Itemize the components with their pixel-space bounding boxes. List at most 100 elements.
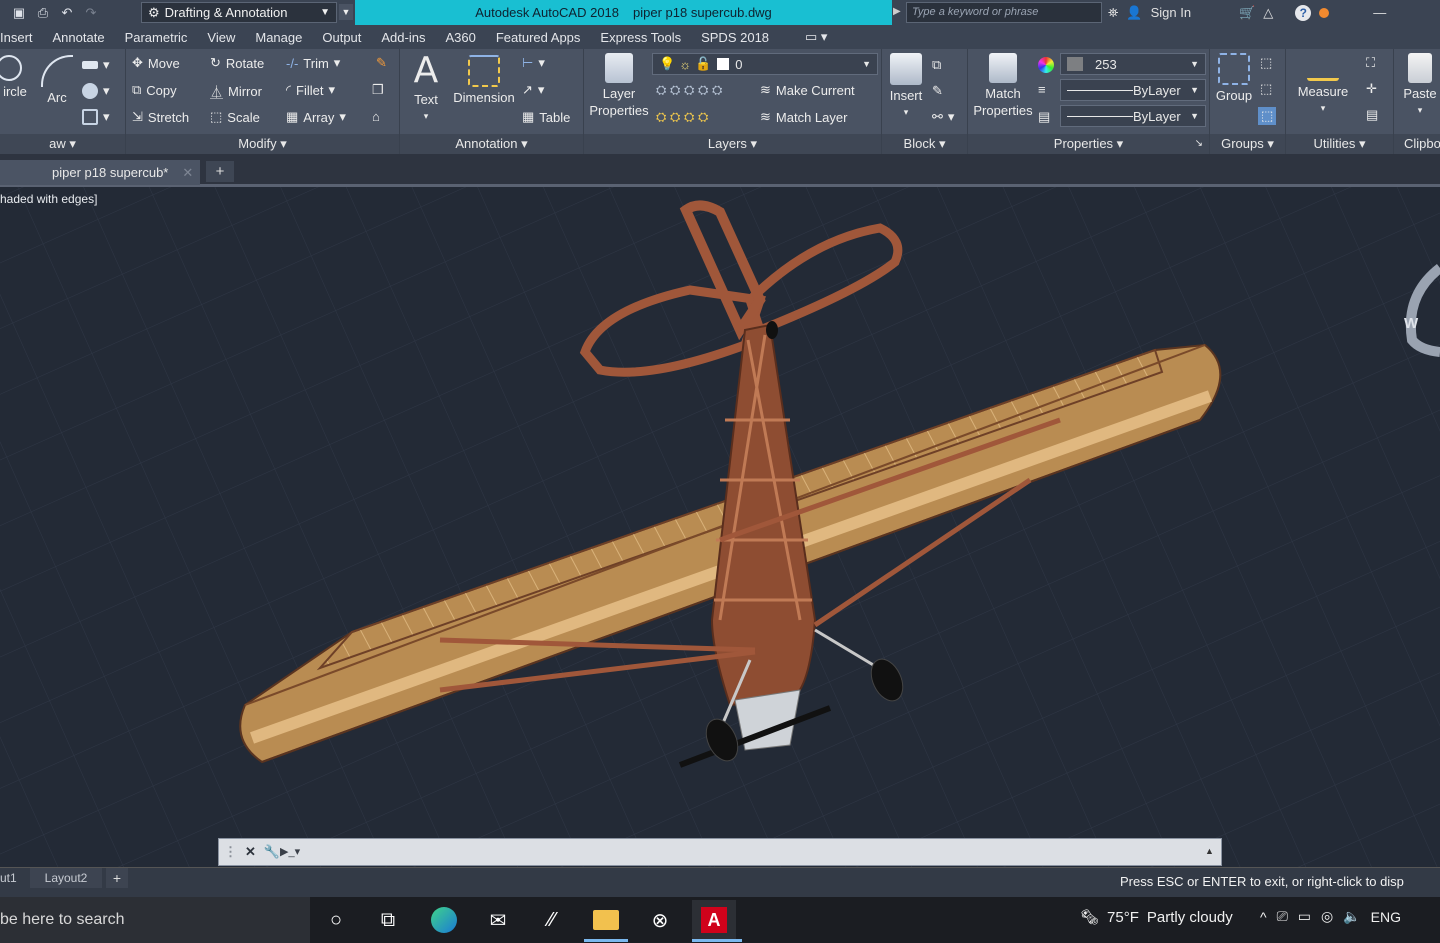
trim-button[interactable]: -/- Trim ▾ xyxy=(286,55,340,71)
arc-button[interactable]: Arc xyxy=(40,55,74,106)
paste-button[interactable]: Paste ▾ xyxy=(1400,53,1440,119)
volume-icon[interactable]: 🔈 xyxy=(1343,908,1360,925)
create-block-button[interactable]: ⧉ xyxy=(932,57,941,73)
command-history-icon[interactable]: ▲ xyxy=(1205,846,1214,856)
rectangle-button[interactable]: ▾ xyxy=(82,57,110,73)
offset-button[interactable]: ⌂ xyxy=(372,109,380,124)
print-icon[interactable]: ⎙ xyxy=(34,4,52,22)
groups-panel-title[interactable]: Groups ▾ xyxy=(1210,134,1285,154)
modify-panel-title[interactable]: Modify ▾ xyxy=(126,134,399,154)
weather-widget[interactable]: 🗞 75°F Partly cloudy xyxy=(1080,908,1233,927)
meet-icon[interactable]: ⎚ xyxy=(1277,908,1288,925)
tab-express-tools[interactable]: Express Tools xyxy=(590,30,691,45)
annotation-panel-title[interactable]: Annotation ▾ xyxy=(400,134,583,154)
wrench-icon[interactable]: 🔧 xyxy=(264,844,280,860)
leader-button[interactable]: ↗ ▾ xyxy=(522,82,544,98)
edit-attributes-button[interactable]: ⚯ ▾ xyxy=(932,109,954,125)
battery-icon[interactable]: ▭ xyxy=(1298,908,1311,925)
tab-layout2[interactable]: Layout2 xyxy=(30,868,102,888)
color-dropdown[interactable]: 253 ▼ xyxy=(1060,53,1206,75)
layer-tools-row-1[interactable]: ⛭ ⛭ ⛭ ⛭ ⛭ xyxy=(656,82,722,98)
task-view-icon[interactable]: ⧉ xyxy=(366,900,410,940)
document-tab[interactable]: piper p18 supercub* ✕ xyxy=(0,160,200,185)
app-icon[interactable]: ⁄⁄ xyxy=(530,900,574,940)
grip-icon[interactable]: ⋮ xyxy=(224,844,237,860)
close-icon[interactable]: ✕ xyxy=(182,165,193,181)
drawing-viewport[interactable]: W xyxy=(0,187,1440,867)
command-line[interactable] xyxy=(218,838,1222,866)
group-button[interactable]: Group xyxy=(1212,53,1256,104)
erase-button[interactable]: ✎ xyxy=(376,55,387,71)
layer-tools-row-2[interactable]: ⛭ ⛭ ⛭ ⛭ xyxy=(656,109,708,125)
fillet-button[interactable]: ◜ Fillet ▾ xyxy=(286,82,335,98)
copy-button[interactable]: ⧉ Copy xyxy=(132,82,177,98)
mail-icon[interactable]: ✉ xyxy=(476,900,520,940)
match-properties-button[interactable]: Match Properties xyxy=(970,53,1036,119)
insert-button[interactable]: Insert ▾ xyxy=(884,53,928,121)
tab-view[interactable]: View xyxy=(197,30,245,45)
new-tab-button[interactable]: + xyxy=(206,161,234,182)
make-current-button[interactable]: ≋ Make Current xyxy=(760,82,855,98)
layer-properties-button[interactable]: Layer Properties xyxy=(586,53,652,119)
mirror-button[interactable]: ⏅ Mirror xyxy=(210,82,262,101)
command-prompt-icon[interactable]: ▶_▾ xyxy=(280,842,310,862)
stretch-button[interactable]: ⇲ Stretch xyxy=(132,109,189,125)
redo-icon[interactable]: ↷ xyxy=(82,4,100,22)
tab-a360[interactable]: A360 xyxy=(435,30,485,45)
binoculars-icon[interactable]: ⛯ xyxy=(1108,5,1118,21)
file-explorer-icon[interactable] xyxy=(584,900,628,940)
ribbon-toggle-icon[interactable]: ▭ ▾ xyxy=(795,29,837,45)
linear-dim-button[interactable]: ⊢ ▾ xyxy=(522,55,545,71)
linetype-dropdown[interactable]: ByLayer ▼ xyxy=(1060,105,1206,127)
calculator-button[interactable]: ▤ xyxy=(1366,107,1378,123)
compass-west-label[interactable]: W xyxy=(1404,315,1418,332)
close-icon[interactable]: ✕ xyxy=(245,844,256,860)
text-button[interactable]: A Text ▾ xyxy=(406,51,446,125)
sign-in-button[interactable]: Sign In xyxy=(1151,5,1191,20)
autocad-taskbar-icon[interactable]: A xyxy=(692,900,736,940)
tab-spds[interactable]: SPDS 2018 xyxy=(691,30,779,45)
measure-button[interactable]: Measure ▾ xyxy=(1290,55,1356,117)
search-input[interactable]: Type a keyword or phrase xyxy=(906,2,1102,23)
save-as-icon[interactable]: ▣ xyxy=(10,4,28,22)
tab-featured-apps[interactable]: Featured Apps xyxy=(486,30,591,45)
help-icon[interactable]: ? xyxy=(1295,4,1312,21)
search-expand-icon[interactable]: ▶ xyxy=(893,6,901,17)
add-layout-button[interactable]: + xyxy=(106,868,128,888)
workspace-switcher[interactable]: ⚙ Drafting & Annotation ▼ xyxy=(141,2,337,23)
edge-icon[interactable] xyxy=(422,900,466,940)
match-layer-button[interactable]: ≋ Match Layer xyxy=(760,109,847,125)
tab-parametric[interactable]: Parametric xyxy=(115,30,198,45)
group-select-button[interactable]: ⬚ xyxy=(1258,107,1277,125)
edit-block-button[interactable]: ✎ xyxy=(932,83,943,99)
lineweight-dropdown[interactable]: ByLayer ▼ xyxy=(1060,79,1206,101)
chevron-up-icon[interactable]: ^ xyxy=(1260,909,1267,925)
layer-dropdown[interactable]: 💡 ☼ 🔓 0 ▼ xyxy=(652,53,878,75)
explode-button[interactable]: ❒ xyxy=(372,82,384,98)
quick-select-button[interactable]: ⛶ xyxy=(1366,55,1375,71)
region-button[interactable]: ▾ xyxy=(82,109,110,125)
clipboard-panel-title[interactable]: Clipbo xyxy=(1394,134,1440,154)
id-point-button[interactable]: ✛ xyxy=(1366,81,1377,97)
draw-panel-title[interactable]: aw ▾ xyxy=(0,134,125,154)
circle-button[interactable]: ircle xyxy=(0,55,30,100)
tab-annotate[interactable]: Annotate xyxy=(43,30,115,45)
tab-manage[interactable]: Manage xyxy=(245,30,312,45)
network-icon[interactable]: ◎ xyxy=(1321,908,1333,925)
hatch-button[interactable]: ▾ xyxy=(82,83,110,99)
block-panel-title[interactable]: Block ▾ xyxy=(882,134,967,154)
utilities-panel-title[interactable]: Utilities ▾ xyxy=(1286,134,1393,154)
tab-add-ins[interactable]: Add-ins xyxy=(371,30,435,45)
viewport-visual-style-label[interactable]: haded with edges] xyxy=(0,192,97,206)
exchange-icon[interactable]: △ xyxy=(1263,5,1273,21)
group-edit-button[interactable]: ⬚ xyxy=(1260,81,1272,97)
tab-layout1[interactable]: ut1 xyxy=(0,868,26,888)
scale-button[interactable]: ⬚ Scale xyxy=(210,109,260,125)
language-indicator[interactable]: ENG xyxy=(1371,909,1401,925)
array-button[interactable]: ▦ Array ▾ xyxy=(286,109,346,125)
tab-output[interactable]: Output xyxy=(312,30,371,45)
move-button[interactable]: ✥ Move xyxy=(132,55,180,71)
xbox-icon[interactable]: ⊗ xyxy=(638,900,682,940)
minimize-icon[interactable]: — xyxy=(1373,5,1386,20)
properties-panel-title[interactable]: Properties ▾ ↘ xyxy=(968,134,1209,154)
